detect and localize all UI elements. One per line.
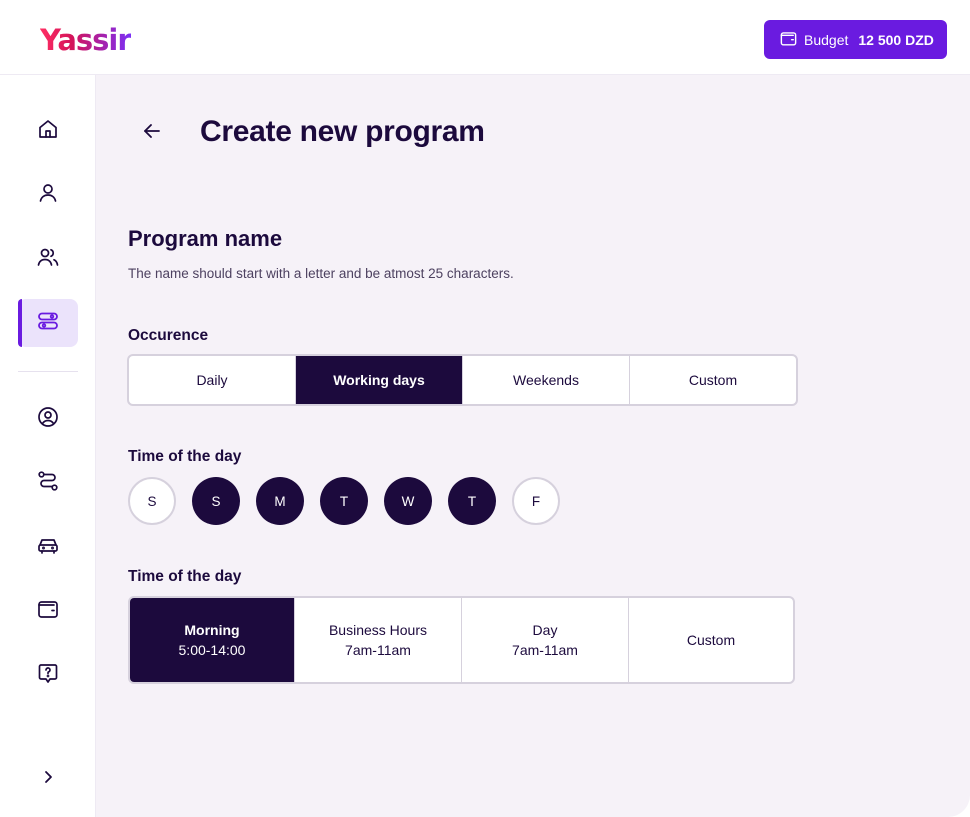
- sidebar-item-user[interactable]: [18, 171, 78, 219]
- top-bar: Yassir Budget 12 500 DZD: [0, 0, 970, 75]
- occurrence-option-label: Daily: [196, 372, 228, 388]
- day-toggle-monday[interactable]: M: [256, 477, 304, 525]
- sidebar-expand-button[interactable]: [18, 755, 78, 803]
- time-option-range: 7am-11am: [512, 642, 578, 658]
- sidebar-item-help[interactable]: [18, 651, 78, 699]
- wallet-icon: [779, 29, 798, 51]
- car-icon: [36, 533, 60, 562]
- budget-label: Budget: [804, 31, 849, 48]
- time-option-morning[interactable]: Morning 5:00-14:00: [130, 598, 295, 682]
- time-option-range: 5:00-14:00: [178, 642, 246, 658]
- sidebar: [0, 75, 96, 817]
- sidebar-item-programs[interactable]: [18, 299, 78, 347]
- sidebar-item-home[interactable]: [18, 107, 78, 155]
- time-option-custom[interactable]: Custom: [629, 598, 793, 682]
- time-option-range: 7am-11am: [345, 642, 411, 658]
- sidebar-item-profile[interactable]: [18, 395, 78, 443]
- sidebar-item-vehicles[interactable]: [18, 523, 78, 571]
- day-toggle-thursday[interactable]: T: [448, 477, 496, 525]
- sidebar-divider: [18, 371, 78, 372]
- yassir-logo[interactable]: Yassir: [40, 20, 132, 60]
- time-option-label: Business Hours: [328, 622, 428, 638]
- users-icon: [36, 245, 60, 274]
- occurrence-label: Occurence: [128, 327, 209, 344]
- day-toggle-saturday[interactable]: S: [192, 477, 240, 525]
- page-title: Create new program: [200, 115, 485, 148]
- time-of-day-label: Time of the day: [128, 568, 242, 585]
- time-option-business-hours[interactable]: Business Hours 7am-11am: [295, 598, 462, 682]
- app-frame: Yassir Budget 12 500 DZD Create new prog…: [0, 0, 970, 817]
- budget-button[interactable]: Budget 12 500 DZD: [764, 20, 947, 59]
- occurrence-option-weekends[interactable]: Weekends: [463, 356, 630, 404]
- help-icon: [36, 661, 60, 690]
- programs-icon: [36, 309, 60, 338]
- occurrence-option-label: Working days: [333, 372, 425, 388]
- occurrence-selector: Daily Working days Weekends Custom: [127, 354, 798, 406]
- occurrence-option-label: Weekends: [513, 372, 579, 388]
- occurrence-option-working-days[interactable]: Working days: [296, 356, 463, 404]
- sidebar-item-wallet[interactable]: [18, 587, 78, 635]
- time-option-label: Custom: [686, 632, 736, 648]
- route-icon: [36, 469, 60, 498]
- budget-amount: 12 500 DZD: [858, 31, 934, 48]
- occurrence-option-label: Custom: [688, 372, 738, 388]
- profile-icon: [36, 405, 60, 434]
- chevron-right-icon: [36, 765, 60, 794]
- home-icon: [36, 117, 60, 146]
- time-option-label: Morning: [184, 622, 240, 638]
- day-toggle-wednesday[interactable]: W: [384, 477, 432, 525]
- day-picker: S S M T W T F: [128, 477, 560, 525]
- occurrence-option-daily[interactable]: Daily: [129, 356, 296, 404]
- wallet-icon: [36, 597, 60, 626]
- arrow-left-icon: [140, 119, 164, 148]
- main-content: Create new program Program name The name…: [96, 75, 970, 817]
- time-option-label: Day: [532, 622, 558, 638]
- day-toggle-friday[interactable]: F: [512, 477, 560, 525]
- back-button[interactable]: [136, 117, 168, 149]
- time-of-day-selector: Morning 5:00-14:00 Business Hours 7am-11…: [128, 596, 795, 684]
- program-name-hint: The name should start with a letter and …: [128, 266, 514, 281]
- user-icon: [36, 181, 60, 210]
- sidebar-item-routes[interactable]: [18, 459, 78, 507]
- program-name-title: Program name: [128, 226, 283, 251]
- time-option-day[interactable]: Day 7am-11am: [462, 598, 629, 682]
- day-toggle-sunday[interactable]: S: [128, 477, 176, 525]
- occurrence-option-custom[interactable]: Custom: [630, 356, 796, 404]
- days-label: Time of the day: [128, 448, 242, 465]
- sidebar-item-users[interactable]: [18, 235, 78, 283]
- day-toggle-tuesday[interactable]: T: [320, 477, 368, 525]
